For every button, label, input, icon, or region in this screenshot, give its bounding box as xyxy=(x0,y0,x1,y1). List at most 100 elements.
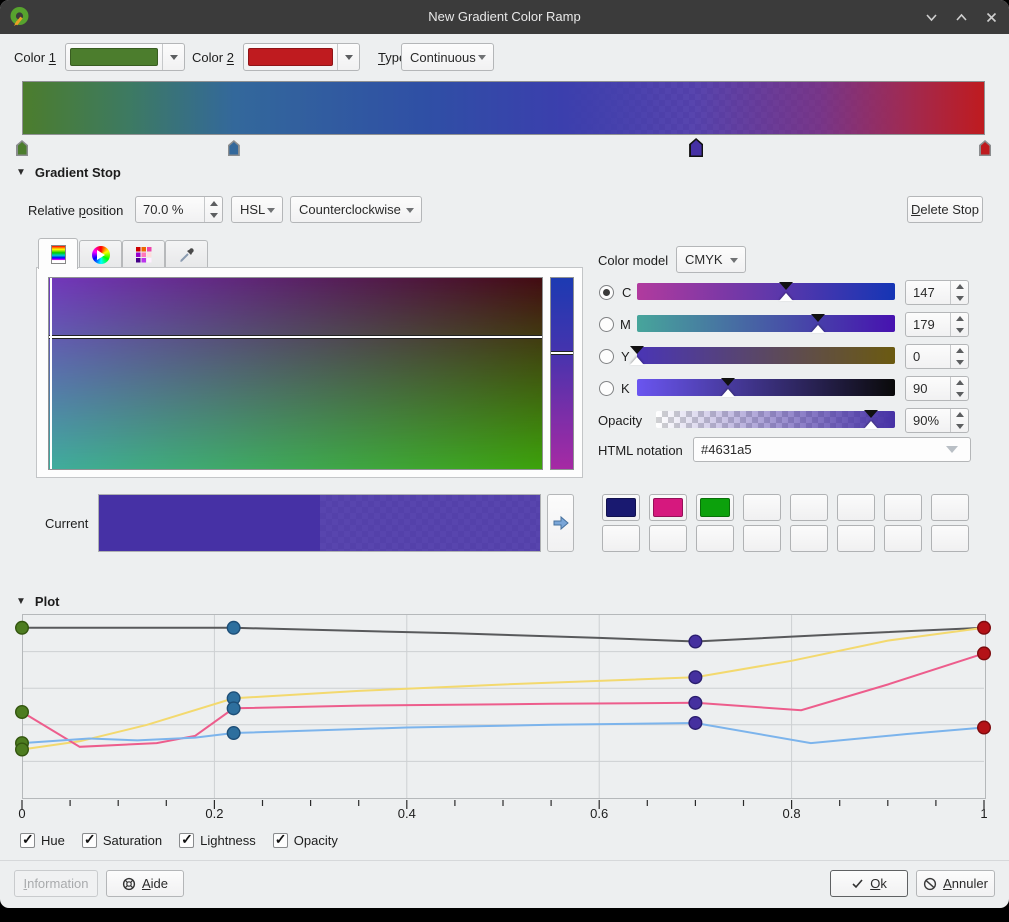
vertical-slider-selector[interactable] xyxy=(551,351,573,355)
color-spec-select[interactable]: HSL xyxy=(231,196,283,223)
swatch-cell-filled[interactable] xyxy=(649,494,687,521)
gradient-stop-marker[interactable] xyxy=(16,140,28,156)
slider-y-spinbox[interactable]: 0 xyxy=(905,344,969,369)
slider-c-track[interactable] xyxy=(637,283,895,300)
spin-up-icon[interactable] xyxy=(951,313,968,325)
spin-down-icon[interactable] xyxy=(951,421,968,433)
swatch-cell-empty[interactable] xyxy=(649,525,687,552)
close-icon[interactable] xyxy=(983,9,999,25)
opacity-slider-track[interactable] xyxy=(656,411,895,428)
slider-c-handle[interactable] xyxy=(779,283,793,300)
opacity-spinbox[interactable]: 90% xyxy=(905,408,969,433)
unshade-icon[interactable] xyxy=(953,9,969,25)
direction-select[interactable]: Counterclockwise xyxy=(290,196,422,223)
information-button[interactable]: Information xyxy=(14,870,98,897)
swatch-cell-empty[interactable] xyxy=(790,525,828,552)
swatch-cell-empty[interactable] xyxy=(884,525,922,552)
slider-y-handle[interactable] xyxy=(630,347,644,364)
tab-color-picker[interactable] xyxy=(165,240,208,268)
swatch-cell-empty[interactable] xyxy=(931,525,969,552)
gradient-stops-row xyxy=(22,138,985,160)
plot-section-header[interactable]: ▼ Plot xyxy=(16,594,59,609)
slider-y-track[interactable] xyxy=(637,347,895,364)
color-model-select[interactable]: CMYK xyxy=(676,246,746,273)
chevron-down-icon[interactable] xyxy=(337,44,359,70)
color2-button[interactable] xyxy=(243,43,360,71)
collapse-triangle-icon[interactable]: ▼ xyxy=(16,167,26,178)
checkbox-saturation[interactable]: ✓Saturation xyxy=(82,833,162,848)
slider-y-label: Y xyxy=(621,349,630,364)
tab-color-box[interactable] xyxy=(38,238,78,269)
slider-c-label: C xyxy=(622,285,631,300)
swatch-cell-empty[interactable] xyxy=(743,494,781,521)
gradient-stop-marker[interactable] xyxy=(228,140,240,156)
gradient-stop-marker-selected[interactable] xyxy=(689,138,703,157)
opacity-slider-handle[interactable] xyxy=(864,411,878,428)
tab-swatches[interactable] xyxy=(122,240,165,268)
shade-icon[interactable] xyxy=(923,9,939,25)
color-component-vertical-slider[interactable] xyxy=(550,277,574,470)
plot-x-tick-label: 0.8 xyxy=(783,806,801,821)
swatch-cell-empty[interactable] xyxy=(696,525,734,552)
swatch-cell-filled[interactable] xyxy=(602,494,640,521)
html-notation-dropdown-icon[interactable] xyxy=(946,446,958,453)
slider-k-spinbox[interactable]: 90 xyxy=(905,376,969,401)
type-select[interactable]: Continuous xyxy=(401,43,494,71)
slider-m-track[interactable] xyxy=(637,315,895,332)
help-button[interactable]: Aide xyxy=(106,870,184,897)
slider-m-handle[interactable] xyxy=(811,315,825,332)
slider-k-label: K xyxy=(621,381,630,396)
swatch-cell-filled[interactable] xyxy=(696,494,734,521)
spin-up-icon[interactable] xyxy=(951,345,968,357)
ok-button[interactable]: Ok xyxy=(830,870,908,897)
opacity-slider-gradient xyxy=(656,411,895,428)
spin-down-icon[interactable] xyxy=(205,210,222,223)
color-box-x-selector[interactable] xyxy=(50,278,52,469)
information-label: Information xyxy=(23,876,88,891)
collapse-triangle-icon[interactable]: ▼ xyxy=(16,596,26,607)
swatch-cell-empty[interactable] xyxy=(884,494,922,521)
spin-down-icon[interactable] xyxy=(951,325,968,337)
checkbox-opacity[interactable]: ✓Opacity xyxy=(273,833,338,848)
radio-m[interactable] xyxy=(599,317,614,332)
gradient-stop-section-header[interactable]: ▼ Gradient Stop xyxy=(16,165,121,180)
gradient-ramp-preview[interactable] xyxy=(22,81,985,135)
radio-y[interactable] xyxy=(599,349,614,364)
spin-down-icon[interactable] xyxy=(951,293,968,305)
color-box-y-selector[interactable] xyxy=(49,335,542,339)
add-to-swatches-button[interactable] xyxy=(547,494,574,552)
color-spec-value: HSL xyxy=(240,202,265,217)
spin-up-icon[interactable] xyxy=(205,197,222,210)
swatch-cell-empty[interactable] xyxy=(837,525,875,552)
checkbox-hue-label: Hue xyxy=(41,833,65,848)
spin-up-icon[interactable] xyxy=(951,281,968,293)
chevron-down-icon[interactable] xyxy=(162,44,184,70)
spin-up-icon[interactable] xyxy=(951,409,968,421)
color-box-area[interactable] xyxy=(48,277,543,470)
slider-m-spinbox[interactable]: 179 xyxy=(905,312,969,337)
swatch-cell-empty[interactable] xyxy=(931,494,969,521)
swatch-cell-empty[interactable] xyxy=(790,494,828,521)
checkbox-lightness[interactable]: ✓Lightness xyxy=(179,833,256,848)
plot-svg[interactable] xyxy=(22,614,985,814)
gradient-stop-marker[interactable] xyxy=(979,140,991,156)
spin-up-icon[interactable] xyxy=(951,377,968,389)
slider-k-track[interactable] xyxy=(637,379,895,396)
slider-c-spinbox[interactable]: 147 xyxy=(905,280,969,305)
cancel-button[interactable]: Annuler xyxy=(916,870,995,897)
spin-down-icon[interactable] xyxy=(951,357,968,369)
radio-c[interactable] xyxy=(599,285,614,300)
slider-k-handle[interactable] xyxy=(721,379,735,396)
tab-color-wheel[interactable] xyxy=(79,240,122,268)
delete-stop-button[interactable]: Delete Stop xyxy=(907,196,983,223)
plot-section-title: Plot xyxy=(35,594,60,609)
swatch-cell-empty[interactable] xyxy=(602,525,640,552)
radio-k[interactable] xyxy=(599,381,614,396)
color1-button[interactable] xyxy=(65,43,185,71)
spin-down-icon[interactable] xyxy=(951,389,968,401)
swatch-cell-empty[interactable] xyxy=(743,525,781,552)
swatch-cell-empty[interactable] xyxy=(837,494,875,521)
checkbox-hue[interactable]: ✓Hue xyxy=(20,833,65,848)
html-notation-input[interactable] xyxy=(693,437,971,462)
relative-position-spinbox[interactable]: 70.0 % xyxy=(135,196,223,223)
